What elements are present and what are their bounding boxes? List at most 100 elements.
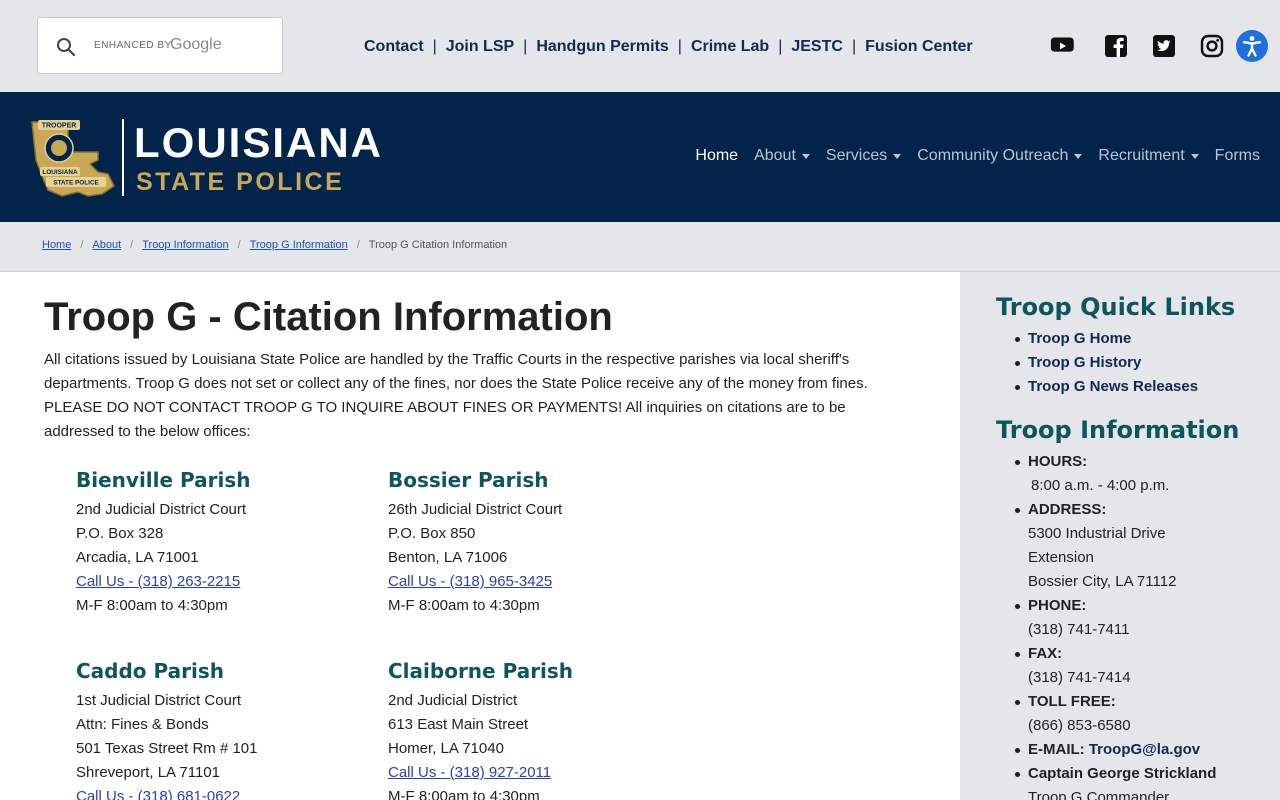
logo-subtitle[interactable]: STATE POLICE — [136, 168, 344, 196]
logo-title[interactable]: LOUISIANA — [134, 119, 383, 167]
twitter-icon[interactable] — [1152, 34, 1176, 58]
list-item: FAX: — [1014, 642, 1216, 666]
address-label: ADDRESS: — [1028, 501, 1107, 518]
state-police-badge-logo[interactable]: TROOPER LOUISIANA STATE POLICE — [28, 116, 116, 200]
list-item: Troop G News Releases — [1014, 375, 1198, 399]
hours-value: 8:00 a.m. - 4:00 p.m. — [1031, 477, 1170, 494]
address-line: 2nd Judicial District — [388, 692, 518, 709]
breadcrumb-about[interactable]: About — [92, 239, 121, 251]
social-links — [1050, 34, 1225, 58]
parish-card-claiborne: Claiborne Parish 2nd Judicial District 6… — [388, 658, 678, 800]
contact-link[interactable]: Contact — [364, 38, 424, 56]
office-hours: M-F 8:00am to 4:30pm — [388, 788, 540, 800]
nav-forms-label: Forms — [1214, 147, 1260, 164]
separator: | — [523, 38, 528, 55]
list-item: (318) 741-7414 — [1028, 666, 1216, 690]
breadcrumb-current: Troop G Citation Information — [368, 239, 508, 251]
quick-links-list: Troop G Home Troop G History Troop G New… — [1014, 327, 1198, 399]
search-enhanced-label: ENHANCED BY — [94, 40, 172, 51]
list-item: Troop G Home — [1014, 327, 1198, 351]
address-line: 2nd Judicial District Court — [76, 501, 247, 518]
call-link[interactable]: Call Us - (318) 681-0622 — [76, 788, 240, 800]
list-item: PHONE: — [1014, 594, 1216, 618]
parish-card-caddo: Caddo Parish 1st Judicial District Court… — [76, 658, 366, 800]
nav-community-outreach[interactable]: Community Outreach — [917, 147, 1083, 165]
list-item: Captain George Strickland — [1014, 762, 1217, 786]
nav-about[interactable]: About — [754, 147, 810, 165]
nav-recruitment[interactable]: Recruitment — [1098, 147, 1199, 165]
list-item: Extension — [1028, 546, 1216, 570]
parish-name: Caddo Parish — [76, 659, 224, 683]
accessibility-button[interactable] — [1236, 30, 1268, 62]
toll-free-label: TOLL FREE: — [1028, 693, 1116, 710]
captain-title: Troop G Commander — [1028, 789, 1170, 800]
toll-free-value: (866) 853-6580 — [1028, 717, 1131, 734]
caret-down-icon — [801, 153, 810, 159]
breadcrumb-separator: / — [237, 239, 241, 251]
parish-name: Claiborne Parish — [388, 659, 574, 683]
call-link[interactable]: Call Us - (318) 263-2215 — [76, 573, 240, 590]
hours-label: HOURS: — [1028, 453, 1088, 470]
nav-about-label: About — [754, 147, 796, 164]
list-item: (866) 853-6580 — [1028, 714, 1216, 738]
search-icon — [57, 38, 76, 57]
fax-label: FAX: — [1028, 645, 1063, 662]
breadcrumb-troop-information[interactable]: Troop Information — [142, 239, 228, 251]
list-item: (318) 741-7411 — [1028, 618, 1216, 642]
search-input[interactable]: ENHANCED BY Google — [37, 17, 283, 74]
nav-forms[interactable]: Forms — [1215, 147, 1260, 165]
instagram-icon[interactable] — [1200, 34, 1224, 58]
separator: | — [851, 38, 857, 55]
handgun-permits-link[interactable]: Handgun Permits — [536, 38, 668, 56]
badge-top-text: TROOPER — [42, 123, 77, 130]
jestc-link[interactable]: JESTC — [791, 38, 843, 56]
list-item: TOLL FREE: — [1014, 690, 1216, 714]
accessibility-icon — [1242, 36, 1262, 57]
address-line: Homer, LA 71040 — [388, 740, 504, 757]
troop-g-home-link[interactable]: Troop G Home — [1028, 330, 1131, 347]
address-line: Shreveport, LA 71101 — [76, 764, 220, 781]
breadcrumb-home[interactable]: Home — [42, 239, 71, 251]
call-link[interactable]: Call Us - (318) 965-3425 — [388, 573, 552, 590]
breadcrumb-separator: / — [130, 239, 134, 251]
breadcrumb-separator: / — [356, 239, 360, 251]
captain-name: Captain George Strickland — [1028, 765, 1217, 782]
address-line: Arcadia, LA 71001 — [76, 549, 199, 566]
address-line: Benton, LA 71006 — [388, 549, 508, 566]
troop-information-heading: Troop Information — [996, 416, 1240, 444]
list-item: Troop G History — [1014, 351, 1198, 375]
join-lsp-link[interactable]: Join LSP — [446, 38, 514, 56]
nav-home-label: Home — [695, 147, 739, 164]
separator: | — [432, 38, 437, 55]
caret-down-icon — [1190, 153, 1199, 159]
call-link[interactable]: Call Us - (318) 927-2011 — [388, 764, 551, 781]
phone-label: PHONE: — [1028, 597, 1087, 614]
list-item: 8:00 a.m. - 4:00 p.m. — [1028, 474, 1216, 498]
address-line: Attn: Fines & Bonds — [76, 716, 209, 733]
youtube-icon[interactable] — [1050, 34, 1074, 58]
address-line: 1st Judicial District Court — [76, 692, 242, 709]
address-value: 5300 Industrial Drive — [1028, 525, 1166, 542]
breadcrumb-troop-g-information[interactable]: Troop G Information — [250, 239, 348, 251]
troop-information-list: HOURS: 8:00 a.m. - 4:00 p.m. ADDRESS: 53… — [1014, 450, 1217, 800]
list-item: HOURS: — [1014, 450, 1216, 474]
facebook-icon[interactable] — [1104, 34, 1128, 58]
list-item: Bossier City, LA 71112 — [1028, 570, 1216, 594]
badge-bottom-text-2: STATE POLICE — [53, 180, 99, 187]
separator: | — [778, 38, 783, 55]
nav-home[interactable]: Home — [695, 147, 738, 165]
fusion-center-link[interactable]: Fusion Center — [865, 38, 973, 56]
nav-community-label: Community Outreach — [917, 147, 1069, 164]
logo-divider — [122, 119, 124, 196]
caret-down-icon — [893, 153, 902, 159]
parish-card-bossier: Bossier Parish 26th Judicial District Co… — [388, 467, 678, 618]
troop-g-history-link[interactable]: Troop G History — [1028, 354, 1141, 371]
nav-services[interactable]: Services — [826, 147, 902, 165]
badge-bottom-text-1: LOUISIANA — [42, 169, 78, 176]
crime-lab-link[interactable]: Crime Lab — [691, 38, 769, 56]
email-link[interactable]: TroopG@la.gov — [1089, 741, 1200, 758]
page-title: Troop G - Citation Information — [44, 295, 613, 339]
fax-value: (318) 741-7414 — [1028, 669, 1131, 686]
troop-g-news-link[interactable]: Troop G News Releases — [1028, 378, 1198, 395]
address-value: Bossier City, LA 71112 — [1028, 573, 1177, 590]
